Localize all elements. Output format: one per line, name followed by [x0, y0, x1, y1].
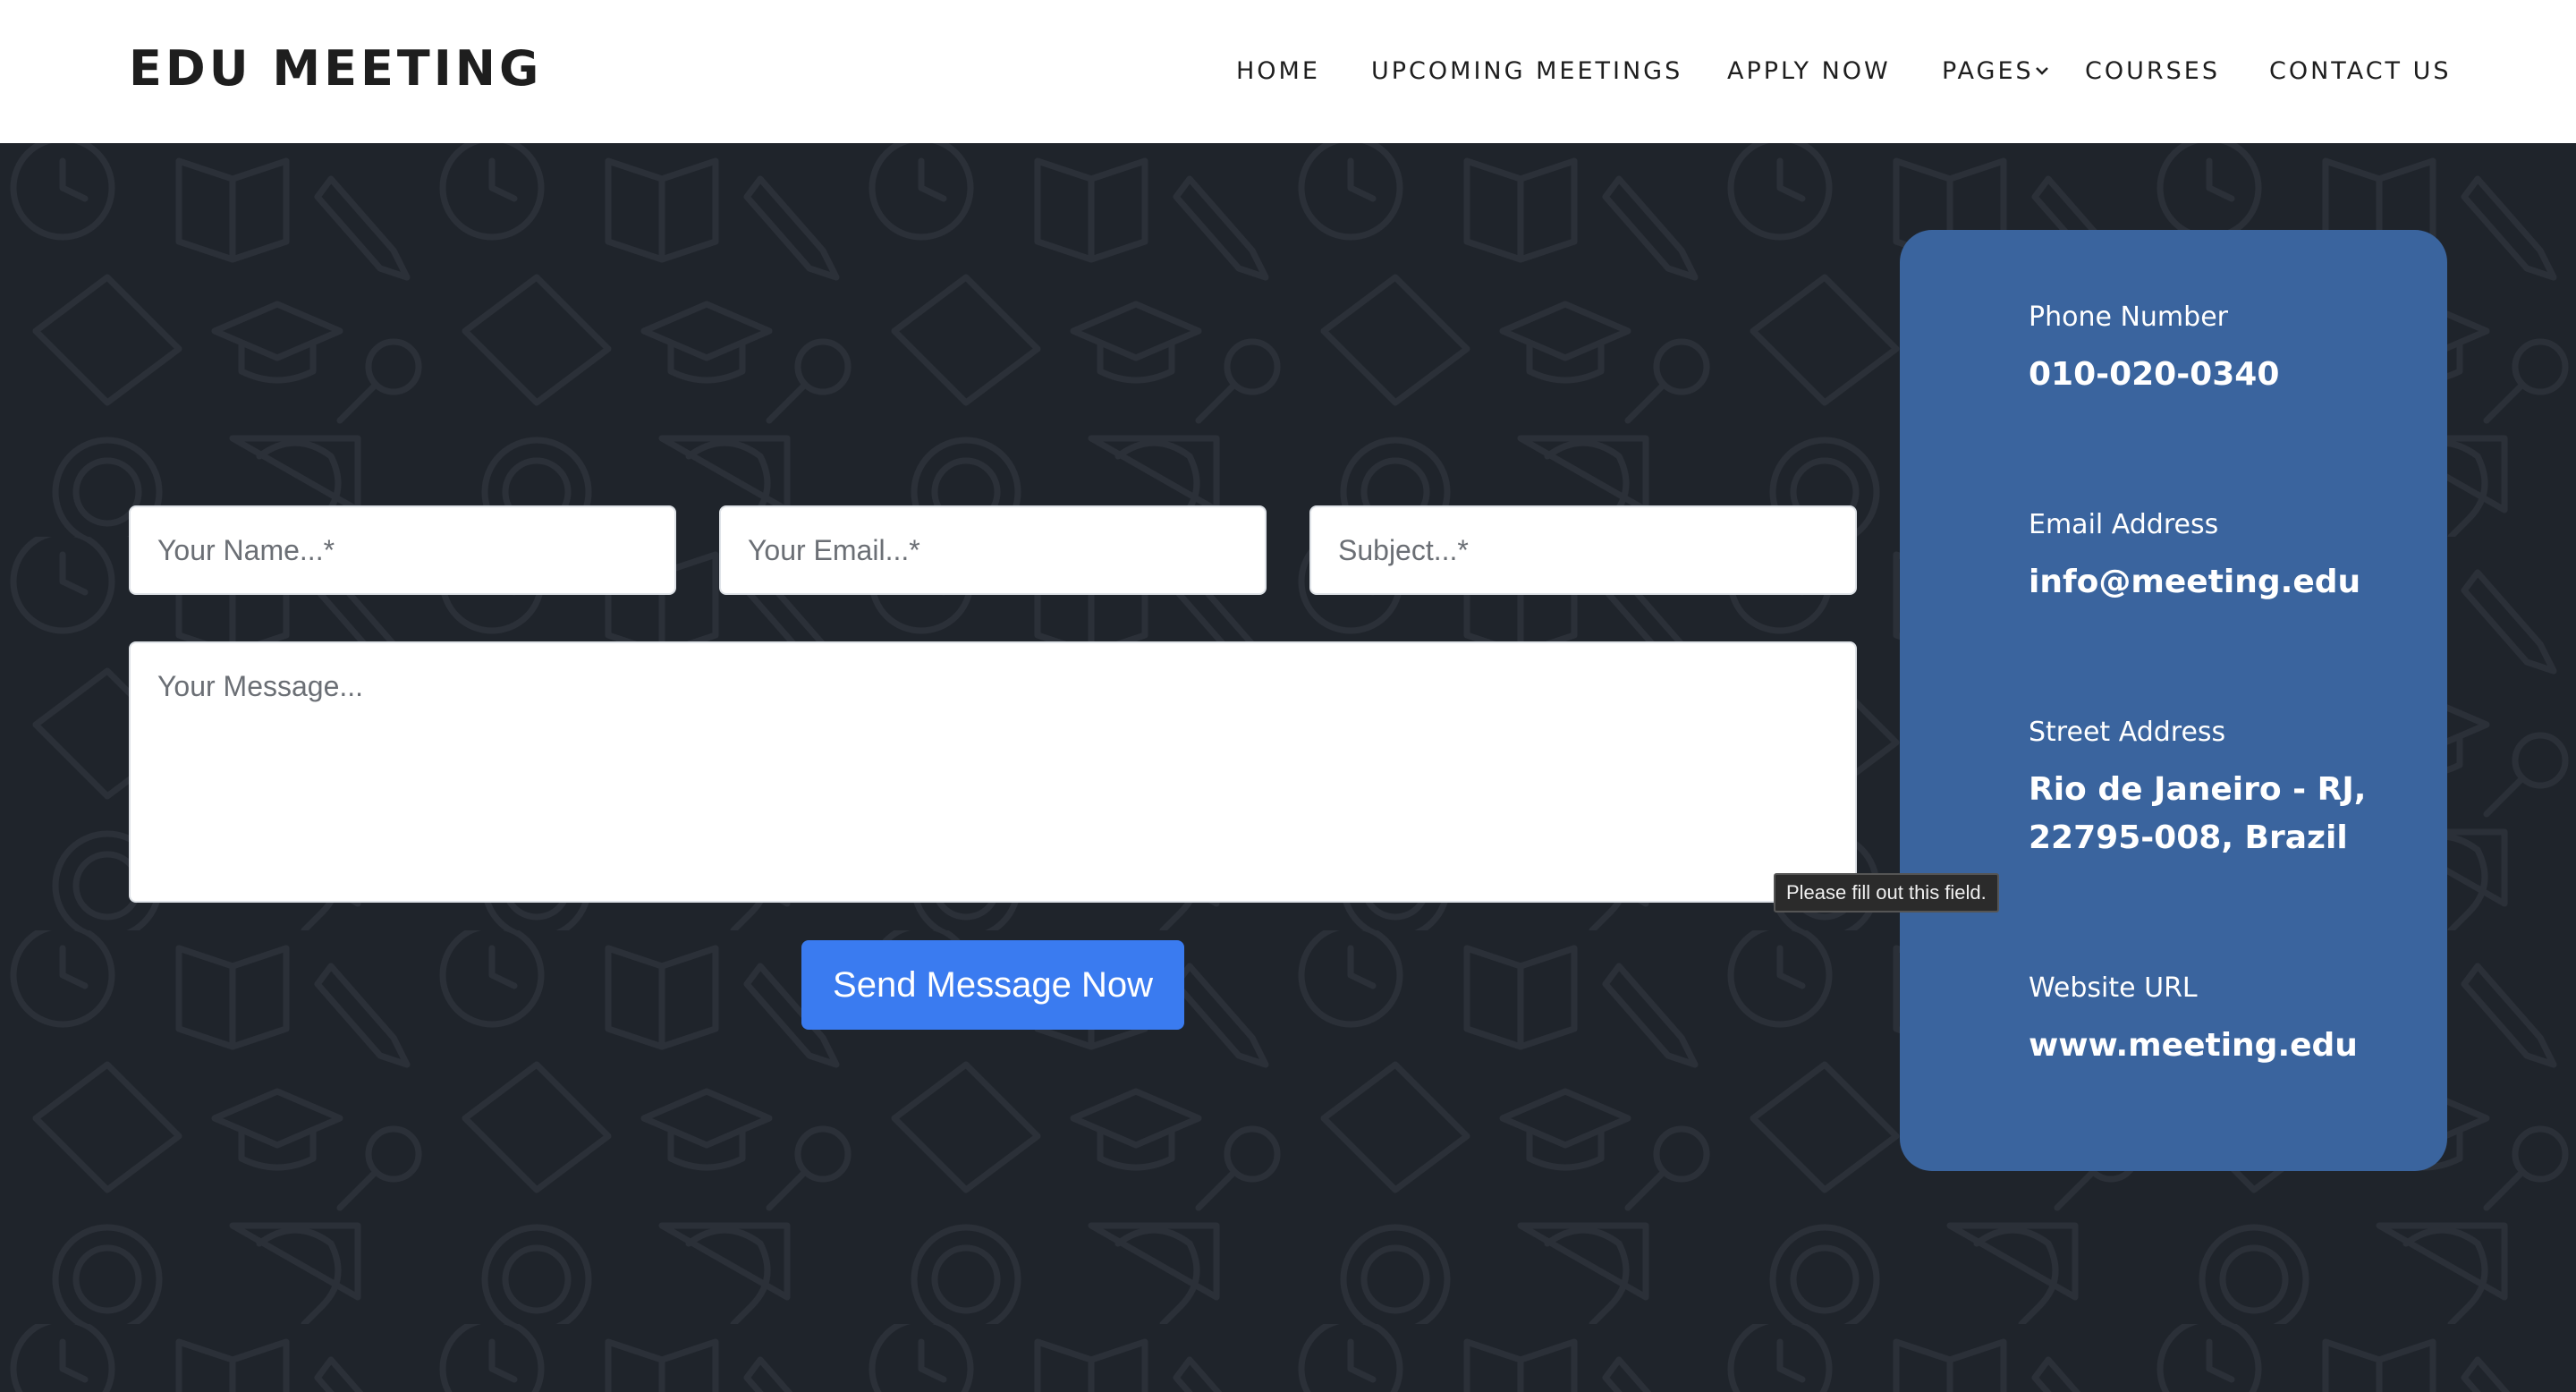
- nav-upcoming-meetings[interactable]: UPCOMING MEETINGS: [1371, 54, 1682, 89]
- contact-info-card: Phone Number 010-020-0340 Email Address …: [1900, 230, 2447, 1171]
- email-input[interactable]: [719, 505, 1267, 595]
- phone-label: Phone Number: [2029, 301, 2228, 333]
- website-value[interactable]: www.meeting.edu: [2029, 1022, 2422, 1070]
- address-line-2: 22795-008, Brazil: [2029, 819, 2348, 856]
- nav-home[interactable]: HOME: [1236, 54, 1320, 89]
- address-label: Street Address: [2029, 717, 2226, 748]
- nav-pages-label: PAGES: [1942, 57, 2034, 85]
- email-label: Email Address: [2029, 509, 2219, 540]
- nav-apply-now[interactable]: APPLY NOW: [1727, 54, 1891, 89]
- subject-input[interactable]: [1309, 505, 1857, 595]
- nav-contact-us[interactable]: CONTACT US: [2269, 54, 2452, 89]
- website-label: Website URL: [2029, 972, 2198, 1004]
- phone-value: 010-020-0340: [2029, 356, 2280, 393]
- chevron-down-icon: [2036, 67, 2048, 75]
- main-nav: HOME UPCOMING MEETINGS APPLY NOW PAGES C…: [0, 54, 2576, 89]
- address-line-1: Rio de Janeiro - RJ,: [2029, 771, 2367, 808]
- message-textarea[interactable]: [129, 641, 1857, 903]
- site-header: EDU MEETING HOME UPCOMING MEETINGS APPLY…: [0, 0, 2576, 143]
- send-message-button[interactable]: Send Message Now: [801, 940, 1184, 1030]
- email-value[interactable]: info@meeting.edu: [2029, 558, 2422, 607]
- validation-tooltip: Please fill out this field.: [1774, 873, 1999, 912]
- nav-pages[interactable]: PAGES: [1942, 54, 2034, 89]
- nav-courses[interactable]: COURSES: [2085, 54, 2220, 89]
- name-input[interactable]: [129, 505, 676, 595]
